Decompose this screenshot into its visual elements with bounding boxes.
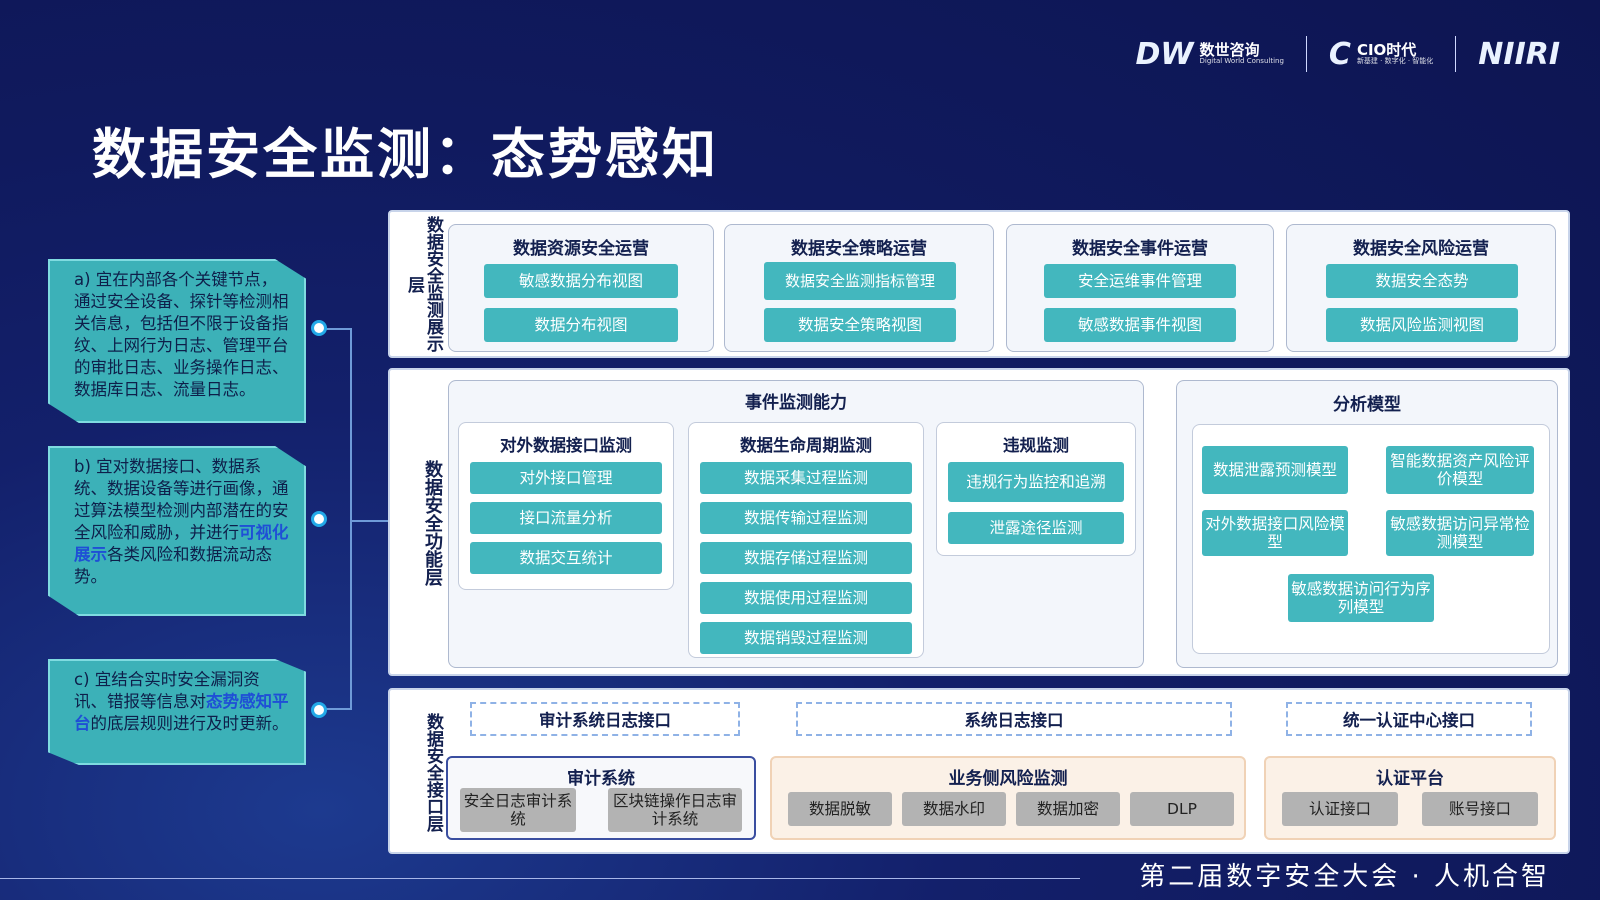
view-data-distribution[interactable]: 数据分布视图 xyxy=(484,308,678,342)
logo-dw-sub: Digital World Consulting xyxy=(1199,57,1284,66)
page-title: 数据安全监测：态势感知 xyxy=(92,123,719,186)
external-interface-title: 对外数据接口监测 xyxy=(500,436,632,455)
display-group-title: 数据安全风险运营 xyxy=(1353,239,1489,259)
view-sensitive-data-events[interactable]: 敏感数据事件视图 xyxy=(1044,308,1236,342)
leak-path-monitor[interactable]: 泄露途径监测 xyxy=(948,512,1124,544)
display-layer-label: 数据安全监测展示层 xyxy=(404,216,443,352)
violation-title: 违规监测 xyxy=(1003,436,1069,455)
connector-dot-c xyxy=(311,702,327,718)
leak-prediction-model[interactable]: 数据泄露预测模型 xyxy=(1202,446,1348,494)
account-interface[interactable]: 账号接口 xyxy=(1422,792,1538,826)
note-c-post: 的底层规则进行及时更新。 xyxy=(90,714,289,733)
analysis-model-title: 分析模型 xyxy=(1333,395,1401,415)
audit-log-interface[interactable]: 审计系统日志接口 xyxy=(470,702,740,736)
destruction-monitor[interactable]: 数据销毁过程监测 xyxy=(700,622,912,654)
logo-dw-mark: DW xyxy=(1135,36,1194,72)
logo-cio-name: CIO时代 xyxy=(1356,40,1417,59)
view-security-posture[interactable]: 数据安全态势 xyxy=(1326,264,1518,298)
logo-cio-sub: 新基建 · 数字化 · 智能化 xyxy=(1356,57,1434,66)
view-sensitive-data-distribution[interactable]: 敏感数据分布视图 xyxy=(484,264,678,298)
connector-line xyxy=(352,520,388,522)
unified-auth-interface[interactable]: 统一认证中心接口 xyxy=(1286,702,1532,736)
data-interaction-stats[interactable]: 数据交互统计 xyxy=(470,542,662,574)
display-group-title: 数据安全策略运营 xyxy=(791,239,927,259)
logo-niiri: NIIRI xyxy=(1478,37,1560,72)
logo-dw-name: 数世咨询 xyxy=(1199,40,1260,59)
interface-traffic-analysis[interactable]: 接口流量分析 xyxy=(470,502,662,534)
note-a-text: a) 宜在内部各个关键节点，通过安全设备、探针等检测相关信息，包括但不限于设备指… xyxy=(74,270,289,399)
note-b: b) 宜对数据接口、数据系统、数据设备等进行画像，通过算法模型检测内部潜在的安全… xyxy=(48,446,306,616)
logo-cio: C CIO时代 新基建 · 数字化 · 智能化 xyxy=(1329,37,1433,72)
transmission-monitor[interactable]: 数据传输过程监测 xyxy=(700,502,912,534)
usage-monitor[interactable]: 数据使用过程监测 xyxy=(700,582,912,614)
note-c: c) 宜结合实时安全漏洞资讯、错报等信息对态势感知平台的底层规则进行及时更新。 xyxy=(48,659,306,765)
note-a: a) 宜在内部各个关键节点，通过安全设备、探针等检测相关信息，包括但不限于设备指… xyxy=(48,259,306,423)
function-layer-label: 数据安全功能层 xyxy=(422,460,443,586)
collection-monitor[interactable]: 数据采集过程监测 xyxy=(700,462,912,494)
footer-text: 第二届数字安全大会 · 人机合智 xyxy=(1139,862,1550,892)
dlp[interactable]: DLP xyxy=(1130,792,1234,826)
connector-dot-b xyxy=(311,511,327,527)
logo-bar: DW 数世咨询 Digital World Consulting C CIO时代… xyxy=(1135,28,1560,80)
data-encryption[interactable]: 数据加密 xyxy=(1016,792,1120,826)
ops-event-management[interactable]: 安全运维事件管理 xyxy=(1044,264,1236,298)
data-watermark[interactable]: 数据水印 xyxy=(902,792,1006,826)
system-log-interface[interactable]: 系统日志接口 xyxy=(796,702,1232,736)
connector-dot-a xyxy=(311,320,327,336)
logo-niiri-mark: NIIRI xyxy=(1478,36,1560,72)
external-interface-management[interactable]: 对外接口管理 xyxy=(470,462,662,494)
footer-line xyxy=(0,878,1080,879)
logo-dw: DW 数世咨询 Digital World Consulting xyxy=(1135,37,1283,72)
external-interface-risk-model[interactable]: 对外数据接口风险模型 xyxy=(1202,510,1348,556)
access-sequence-model[interactable]: 敏感数据访问行为序列模型 xyxy=(1288,574,1434,622)
storage-monitor[interactable]: 数据存储过程监测 xyxy=(700,542,912,574)
business-risk-title: 业务侧风险监测 xyxy=(948,769,1068,789)
auth-platform-title: 认证平台 xyxy=(1376,769,1444,789)
logo-divider xyxy=(1305,36,1307,72)
display-group-title: 数据资源安全运营 xyxy=(513,239,649,259)
view-risk-monitoring[interactable]: 数据风险监测视图 xyxy=(1326,308,1518,342)
display-group-title: 数据安全事件运营 xyxy=(1072,239,1208,259)
audit-system-title: 审计系统 xyxy=(567,769,635,789)
interface-layer-label: 数据安全接口层 xyxy=(423,712,443,832)
blockchain-audit-system[interactable]: 区块链操作日志审计系统 xyxy=(608,788,742,832)
logo-cio-mark: C xyxy=(1328,36,1351,72)
lifecycle-title: 数据生命周期监测 xyxy=(740,436,872,455)
security-log-audit-system[interactable]: 安全日志审计系统 xyxy=(460,788,576,832)
connector-bracket xyxy=(326,328,352,710)
logo-divider xyxy=(1455,36,1457,72)
violation-trace[interactable]: 违规行为监控和追溯 xyxy=(948,462,1124,502)
monitor-indicator-management[interactable]: 数据安全监测指标管理 xyxy=(764,262,956,300)
auth-interface[interactable]: 认证接口 xyxy=(1282,792,1398,826)
asset-risk-model[interactable]: 智能数据资产风险评价模型 xyxy=(1386,446,1534,494)
event-monitoring-title: 事件监测能力 xyxy=(745,393,847,413)
access-anomaly-model[interactable]: 敏感数据访问异常检测模型 xyxy=(1386,510,1534,556)
view-security-policy[interactable]: 数据安全策略视图 xyxy=(764,308,956,342)
data-masking[interactable]: 数据脱敏 xyxy=(788,792,892,826)
